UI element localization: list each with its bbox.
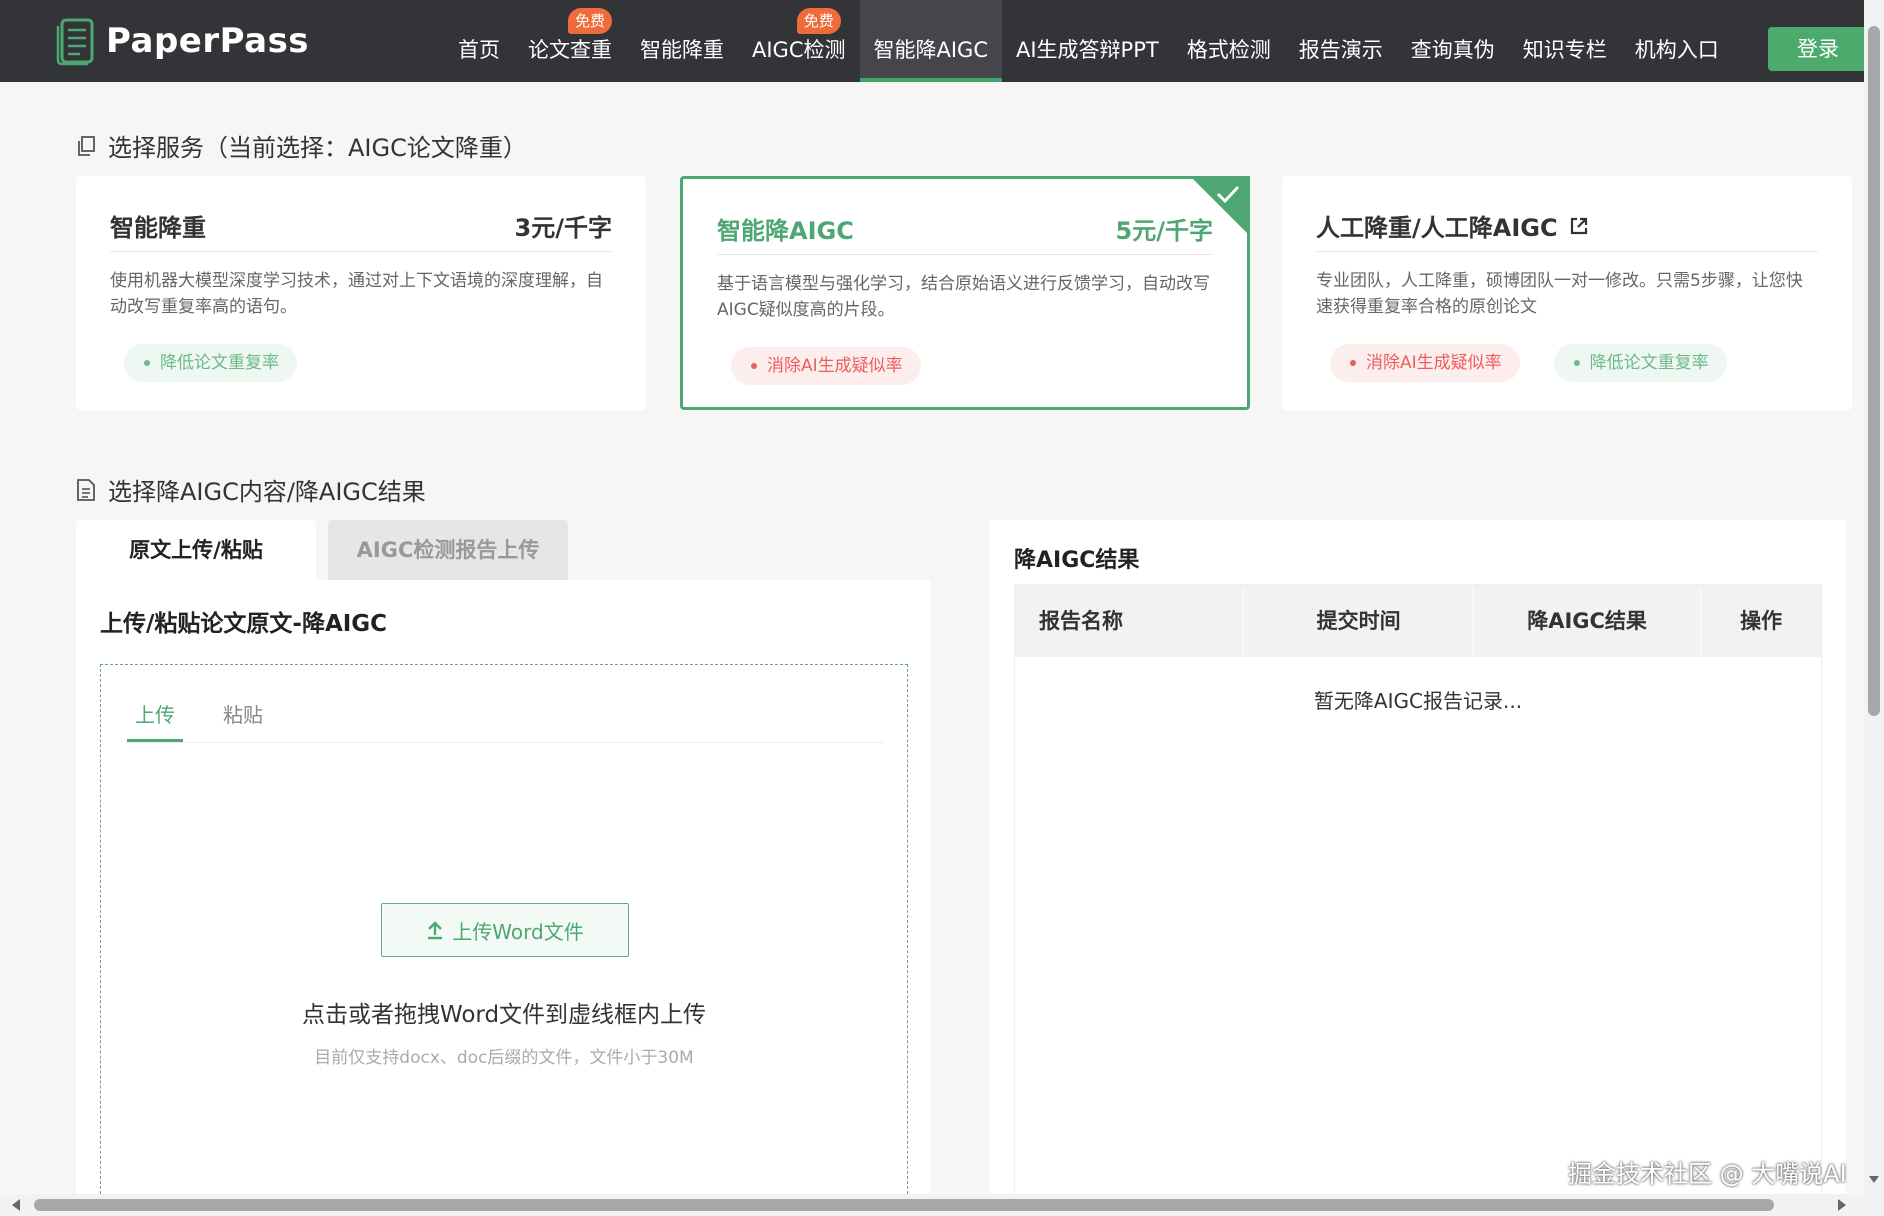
service-tag: 消除AI生成疑似率 — [731, 347, 921, 385]
nav-item-label: 智能降重 — [640, 38, 724, 62]
nav-item-label: 论文查重 — [528, 38, 612, 62]
document-logo-icon — [56, 18, 94, 66]
service-name: 人工降重/人工降AIGC — [1316, 208, 1590, 243]
service-card-header: 人工降重/人工降AIGC — [1316, 200, 1818, 252]
upload-sub-tabs: 上传 粘贴 — [125, 665, 883, 743]
tab-original-upload[interactable]: 原文上传/粘贴 — [76, 520, 316, 580]
nav-item-7[interactable]: 报告演示 — [1285, 0, 1397, 82]
upload-icon — [428, 921, 443, 940]
nav-item-9[interactable]: 知识专栏 — [1509, 0, 1621, 82]
content-section-title-text: 选择降AIGC内容/降AIGC结果 — [108, 478, 426, 506]
content-section-title: 选择降AIGC内容/降AIGC结果 — [76, 472, 426, 507]
nav-item-6[interactable]: 格式检测 — [1173, 0, 1285, 82]
login-button[interactable]: 登录 — [1768, 27, 1868, 71]
upload-panel: 上传/粘贴论文原文-降AIGC 上传 粘贴 上传Word文件 点击或者拖拽Wor… — [76, 580, 930, 1204]
vertical-scrollbar[interactable] — [1864, 0, 1884, 1216]
nav-item-label: 知识专栏 — [1522, 38, 1607, 62]
service-name-text: 人工降重/人工降AIGC — [1316, 214, 1558, 242]
nav-item-1[interactable]: 论文查重 免费 — [514, 0, 626, 82]
vertical-scroll-thumb[interactable] — [1868, 26, 1880, 716]
free-badge: 免费 — [568, 8, 613, 34]
drop-hint: 点击或者拖拽Word文件到虚线框内上传 — [301, 1002, 707, 1028]
column-report-name: 报告名称 — [1015, 585, 1245, 657]
file-format-note: 目前仅支持docx、doc后缀的文件，文件小于30M — [314, 1048, 694, 1068]
scroll-right-arrow-icon[interactable] — [1838, 1199, 1846, 1211]
nav-item-3[interactable]: AIGC检测 免费 — [738, 0, 860, 82]
horizontal-scrollbar[interactable] — [0, 1194, 1864, 1216]
upload-panel-title: 上传/粘贴论文原文-降AIGC — [100, 611, 388, 637]
service-tags: 降低论文重复率 — [124, 344, 297, 382]
upload-word-button-label: 上传Word文件 — [452, 919, 584, 944]
service-description: 基于语言模型与强化学习，结合原始语义进行反馈学习，自动改写AIGC疑似度高的片段… — [717, 274, 1210, 320]
service-card-header: 智能降AIGC 5元/千字 — [717, 203, 1213, 255]
nav-item-label: 报告演示 — [1298, 38, 1383, 62]
service-description: 专业团队，人工降重，硕博团队一对一修改。只需5步骤，让您快速获得重复率合格的原创… — [1316, 271, 1803, 317]
upload-dropzone[interactable]: 上传 粘贴 上传Word文件 点击或者拖拽Word文件到虚线框内上传 目前仅支持… — [100, 664, 908, 1204]
service-tags: 消除AI生成疑似率 — [731, 347, 921, 385]
external-link-icon[interactable] — [1568, 215, 1590, 237]
service-card-1[interactable]: 智能降AIGC 5元/千字基于语言模型与强化学习，结合原始语义进行反馈学习，自动改… — [680, 176, 1250, 410]
service-card-header: 智能降重 3元/千字 — [110, 200, 612, 252]
nav-item-5[interactable]: AI生成答辩PPT — [1002, 0, 1173, 82]
sub-tab-upload[interactable]: 上传 — [127, 699, 183, 742]
service-name: 智能降重 — [110, 208, 206, 243]
column-aigc-result: 降AIGC结果 — [1474, 585, 1702, 657]
brand-logo[interactable]: PaperPass — [56, 16, 309, 66]
top-navigation-bar: PaperPass 首页 论文查重 免费智能降重 AIGC检测 免费智能降AIGC AI生… — [0, 0, 1868, 82]
scroll-left-arrow-icon[interactable] — [12, 1199, 20, 1211]
service-section-title-text: 选择服务（当前选择：AIGC论文降重） — [108, 134, 527, 162]
nav-item-label: 查询真伪 — [1410, 38, 1495, 62]
service-tag-label: 降低论文重复率 — [1589, 353, 1709, 373]
service-tags: 消除AI生成疑似率 降低论文重复率 — [1330, 344, 1727, 382]
service-tag-label: 消除AI生成疑似率 — [1366, 353, 1502, 373]
free-badge: 免费 — [796, 8, 841, 34]
results-panel: 降AIGC结果 报告名称 提交时间 降AIGC结果 操作 暂无降AIGC报告记录… — [990, 520, 1846, 1200]
nav-item-2[interactable]: 智能降重 — [626, 0, 738, 82]
nav-item-label: AIGC检测 — [752, 38, 846, 62]
file-icon — [77, 478, 95, 501]
service-card-0[interactable]: 智能降重 3元/千字使用机器大模型深度学习技术，通过对上下文语境的深度理解，自动改… — [76, 176, 646, 410]
nav-item-label: 机构入口 — [1634, 38, 1719, 62]
column-submit-time: 提交时间 — [1244, 585, 1474, 657]
results-table: 报告名称 提交时间 降AIGC结果 操作 暂无降AIGC报告记录... — [1014, 584, 1822, 1200]
tab-aigc-report-upload[interactable]: AIGC检测报告上传 — [328, 520, 568, 580]
nav-item-label: 智能降AIGC — [873, 38, 989, 62]
horizontal-scroll-thumb[interactable] — [34, 1199, 1774, 1211]
service-tag: 消除AI生成疑似率 — [1330, 344, 1520, 382]
nav-item-label: AI生成答辩PPT — [1016, 38, 1159, 62]
checkmark-icon — [1216, 185, 1240, 204]
copy-icon — [78, 135, 95, 156]
results-empty-state: 暂无降AIGC报告记录... — [1313, 689, 1523, 713]
results-title: 降AIGC结果 — [1014, 548, 1140, 573]
sub-tab-paste[interactable]: 粘贴 — [223, 699, 263, 728]
scroll-down-arrow-icon[interactable] — [1869, 1176, 1879, 1183]
main-nav: 首页 论文查重 免费智能降重 AIGC检测 免费智能降AIGC AI生成答辩PPT 格式检测… — [444, 0, 1733, 82]
service-tag-label: 消除AI生成疑似率 — [767, 356, 903, 376]
upload-word-button[interactable]: 上传Word文件 — [381, 903, 629, 957]
service-price: 3元/千字 — [514, 214, 612, 242]
results-table-header: 报告名称 提交时间 降AIGC结果 操作 — [1015, 585, 1821, 657]
brand-name: PaperPass — [106, 21, 310, 61]
service-card-2[interactable]: 人工降重/人工降AIGC 专业团队，人工降重，硕博团队一对一修改。只需5步骤，让您… — [1282, 176, 1852, 410]
service-description: 使用机器大模型深度学习技术，通过对上下文语境的深度理解，自动改写重复率高的语句。 — [110, 271, 603, 317]
nav-item-0[interactable]: 首页 — [444, 0, 514, 82]
nav-item-label: 格式检测 — [1186, 38, 1271, 62]
service-section-title: 选择服务（当前选择：AIGC论文降重） — [76, 128, 527, 163]
service-tag: 降低论文重复率 — [1553, 344, 1727, 382]
service-tag-label: 降低论文重复率 — [160, 353, 279, 373]
nav-item-10[interactable]: 机构入口 — [1621, 0, 1733, 82]
service-name-text: 智能降重 — [110, 214, 206, 242]
nav-item-4[interactable]: 智能降AIGC — [859, 0, 1002, 82]
nav-item-8[interactable]: 查询真伪 — [1397, 0, 1509, 82]
watermark: 掘金技术社区 @ 大嘴说AI — [1568, 1160, 1847, 1188]
service-name-text: 智能降AIGC — [717, 217, 854, 245]
service-tag: 降低论文重复率 — [124, 344, 297, 382]
column-action: 操作 — [1740, 609, 1783, 633]
nav-item-label: 首页 — [458, 38, 500, 62]
service-name: 智能降AIGC — [717, 211, 854, 246]
